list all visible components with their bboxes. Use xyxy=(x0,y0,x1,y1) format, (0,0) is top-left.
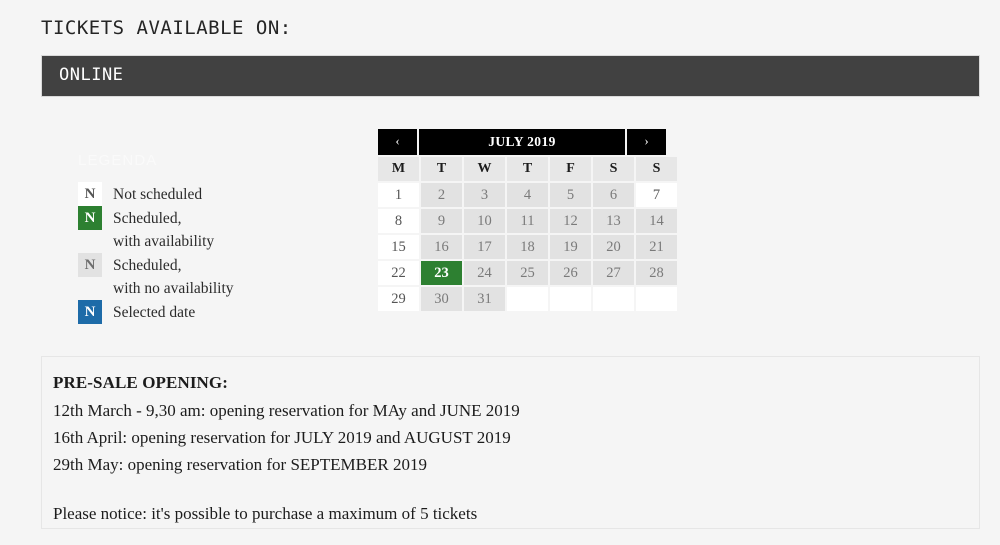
calendar-day-cell[interactable]: 11 xyxy=(507,209,548,233)
legend-title: LEGENDA xyxy=(78,152,158,169)
legend-label-not-scheduled: Not scheduled xyxy=(113,182,202,206)
legend-item-not-scheduled: N Not scheduled xyxy=(78,182,358,206)
calendar-grid: MTWTFSS 1 2 3 4 5 6 7 8 9 10 11 12 13 14 15 16 17 18 19 20 2… xyxy=(376,155,679,313)
calendar-day-cell[interactable]: 29 xyxy=(378,287,419,311)
calendar-week-row: 22 23 24 25 26 27 28 xyxy=(378,261,677,285)
info-line: 12th March - 9,30 am: opening reservatio… xyxy=(53,401,520,420)
calendar-day-cell[interactable]: 3 xyxy=(464,183,505,207)
page-title: TICKETS AVAILABLE ON: xyxy=(41,17,292,39)
legend-label-line1: Selected date xyxy=(113,304,196,321)
calendar-week-row: 15 16 17 18 19 20 21 xyxy=(378,235,677,259)
calendar-day-cell[interactable]: 21 xyxy=(636,235,677,259)
info-heading: PRE-SALE OPENING: xyxy=(53,373,229,392)
calendar-day-cell[interactable]: 7 xyxy=(636,183,677,207)
legend-label-line1: Scheduled, xyxy=(113,210,182,227)
legend-item-full: N Scheduled, with no availability xyxy=(78,253,358,300)
calendar-empty-cell xyxy=(507,287,548,311)
calendar-body: 1 2 3 4 5 6 7 8 9 10 11 12 13 14 15 16 17 18 19 20 21 22 23 24 2… xyxy=(378,183,677,311)
calendar-day-cell[interactable]: 2 xyxy=(421,183,462,207)
legend-label-line1: Not scheduled xyxy=(113,186,203,203)
calendar-empty-cell xyxy=(636,287,677,311)
calendar-week-row: 29 30 31 xyxy=(378,287,677,311)
calendar-day-cell[interactable]: 30 xyxy=(421,287,462,311)
calendar-day-cell[interactable]: 14 xyxy=(636,209,677,233)
legend-label-available: Scheduled, with availability xyxy=(113,206,214,253)
calendar-day-cell[interactable]: 20 xyxy=(593,235,634,259)
calendar-day-cell[interactable]: 27 xyxy=(593,261,634,285)
channel-label: ONLINE xyxy=(59,65,124,85)
calendar: ‹ JULY 2019 › MTWTFSS 1 2 3 4 5 6 7 8 9 10 11 12 13 1… xyxy=(378,129,677,313)
weekday-header: T xyxy=(507,157,548,181)
calendar-day-cell[interactable]: 26 xyxy=(550,261,591,285)
next-month-button[interactable]: › xyxy=(625,129,666,155)
legend-item-available: N Scheduled, with availability xyxy=(78,206,358,253)
calendar-day-cell[interactable]: 12 xyxy=(550,209,591,233)
calendar-day-cell[interactable]: 31 xyxy=(464,287,505,311)
calendar-empty-cell xyxy=(550,287,591,311)
legend: LEGENDA N Not scheduled N Scheduled, with av… xyxy=(78,152,358,324)
info-notice: Please notice: it's possible to purchase… xyxy=(53,504,478,523)
calendar-day-cell[interactable]: 19 xyxy=(550,235,591,259)
calendar-day-cell[interactable]: 16 xyxy=(421,235,462,259)
calendar-day-cell[interactable]: 1 xyxy=(378,183,419,207)
calendar-day-cell[interactable]: 4 xyxy=(507,183,548,207)
weekday-header: M xyxy=(378,157,419,181)
legend-swatch-available: N xyxy=(78,206,102,230)
prev-month-button[interactable]: ‹ xyxy=(378,129,419,155)
calendar-weekday-row: MTWTFSS xyxy=(378,157,677,181)
weekday-header: W xyxy=(464,157,505,181)
calendar-day-cell[interactable]: 6 xyxy=(593,183,634,207)
calendar-day-cell[interactable]: 17 xyxy=(464,235,505,259)
legend-swatch-not-scheduled: N xyxy=(78,182,102,206)
info-line: 29th May: opening reservation for SEPTEM… xyxy=(53,455,427,474)
legend-label-selected: Selected date xyxy=(113,300,195,324)
weekday-header: S xyxy=(636,157,677,181)
info-lines: 12th March - 9,30 am: opening reservatio… xyxy=(53,397,979,478)
calendar-day-cell[interactable]: 5 xyxy=(550,183,591,207)
legend-label-line2: with no availability xyxy=(113,280,234,297)
calendar-day-cell[interactable]: 25 xyxy=(507,261,548,285)
legend-swatch-selected: N xyxy=(78,300,102,324)
ticket-availability-page: TICKETS AVAILABLE ON: ONLINE LEGENDA N No… xyxy=(0,0,1000,545)
calendar-day-cell[interactable]: 18 xyxy=(507,235,548,259)
legend-label-line2: with availability xyxy=(113,233,215,250)
weekday-header: F xyxy=(550,157,591,181)
calendar-week-row: 8 9 10 11 12 13 14 xyxy=(378,209,677,233)
calendar-header: ‹ JULY 2019 › xyxy=(378,129,666,155)
calendar-month-label: JULY 2019 xyxy=(488,134,556,149)
pre-sale-info-panel: PRE-SALE OPENING: 12th March - 9,30 am: … xyxy=(41,356,980,529)
legend-swatch-full: N xyxy=(78,253,102,277)
calendar-day-cell[interactable]: 9 xyxy=(421,209,462,233)
legend-label-full: Scheduled, with no availability xyxy=(113,253,234,300)
calendar-day-cell[interactable]: 10 xyxy=(464,209,505,233)
calendar-day-cell[interactable]: 13 xyxy=(593,209,634,233)
calendar-day-cell[interactable]: 28 xyxy=(636,261,677,285)
calendar-week-row: 1234567 xyxy=(378,183,677,207)
legend-list: N Not scheduled N Scheduled, with availabili… xyxy=(78,182,358,324)
calendar-day-cell[interactable]: 24 xyxy=(464,261,505,285)
calendar-day-cell[interactable]: 15 xyxy=(378,235,419,259)
legend-label-line1: Scheduled, xyxy=(113,257,182,274)
info-line: 16th April: opening reservation for JULY… xyxy=(53,428,511,447)
calendar-day-cell[interactable]: 8 xyxy=(378,209,419,233)
calendar-day-cell[interactable]: 23 xyxy=(421,261,462,285)
channel-bar-online: ONLINE xyxy=(41,55,980,97)
legend-item-selected: N Selected date xyxy=(78,300,358,324)
weekday-header: T xyxy=(421,157,462,181)
calendar-day-cell[interactable]: 22 xyxy=(378,261,419,285)
calendar-empty-cell xyxy=(593,287,634,311)
weekday-header: S xyxy=(593,157,634,181)
